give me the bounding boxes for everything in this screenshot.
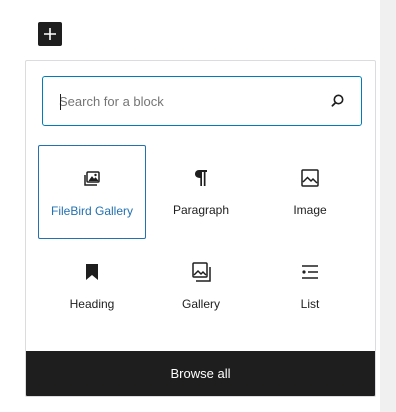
plus-icon	[44, 28, 56, 40]
block-item-filebird-gallery[interactable]: FileBird Gallery	[38, 145, 146, 239]
text-caret	[60, 94, 61, 110]
block-item-label: FileBird Gallery	[50, 204, 134, 218]
block-item-label: Paragraph	[172, 203, 230, 217]
block-item-label: Heading	[69, 297, 115, 311]
sidebar-edge	[380, 0, 396, 412]
search-input[interactable]	[57, 88, 309, 114]
block-item-image[interactable]: Image	[256, 145, 364, 239]
list-icon	[298, 260, 322, 284]
add-block-button[interactable]	[38, 22, 62, 46]
search-box	[42, 76, 362, 126]
block-item-list[interactable]: List	[256, 239, 364, 333]
block-item-label: Gallery	[181, 297, 220, 311]
editor-page: FileBird Gallery Paragraph Image	[0, 0, 396, 412]
paragraph-icon	[189, 166, 213, 190]
block-item-gallery[interactable]: Gallery	[147, 239, 255, 333]
image-icon	[298, 166, 322, 190]
block-inserter-popover: FileBird Gallery Paragraph Image	[25, 60, 376, 397]
block-item-heading[interactable]: Heading	[38, 239, 146, 333]
gallery-icon	[189, 260, 213, 284]
browse-all-label: Browse all	[170, 366, 231, 381]
block-item-paragraph[interactable]: Paragraph	[147, 145, 255, 239]
filebird-gallery-icon	[80, 167, 104, 191]
block-item-label: List	[300, 297, 320, 311]
heading-bookmark-icon	[80, 260, 104, 284]
search-icon[interactable]	[329, 92, 347, 110]
block-item-label: Image	[293, 203, 327, 217]
browse-all-button[interactable]: Browse all	[26, 351, 375, 396]
